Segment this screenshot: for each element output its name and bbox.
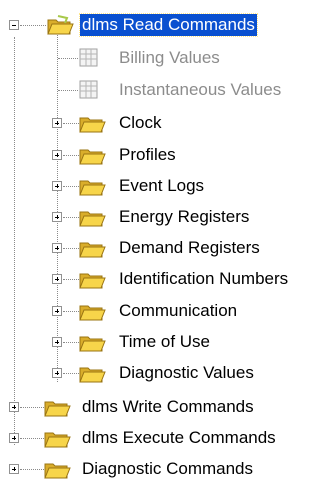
tree-connector bbox=[63, 311, 79, 312]
tree-connector bbox=[14, 37, 15, 445]
tree-view: dlms Read Commands Billing Values Instan… bbox=[0, 0, 332, 486]
tree-connector bbox=[63, 373, 79, 374]
expand-toggle-icon[interactable] bbox=[52, 212, 62, 222]
expand-toggle-icon[interactable] bbox=[52, 306, 62, 316]
expand-toggle-icon[interactable] bbox=[52, 337, 62, 347]
tree-item-label[interactable]: dlms Write Commands bbox=[80, 396, 256, 418]
expand-toggle-icon[interactable] bbox=[52, 150, 62, 160]
expand-toggle-icon[interactable] bbox=[52, 274, 62, 284]
folder-icon bbox=[79, 180, 106, 196]
tree-connector bbox=[63, 123, 79, 124]
folder-icon bbox=[79, 336, 106, 352]
tree-item-label[interactable]: Identification Numbers bbox=[117, 268, 290, 290]
folder-icon bbox=[44, 401, 71, 417]
tree-connector bbox=[63, 217, 79, 218]
tree-item-label[interactable]: Billing Values bbox=[117, 47, 222, 69]
tree-item-label[interactable]: Communication bbox=[117, 300, 239, 322]
folder-icon bbox=[79, 305, 106, 321]
tree-item-label[interactable]: Energy Registers bbox=[117, 206, 251, 228]
folder-icon bbox=[79, 211, 106, 227]
folder-icon bbox=[44, 432, 71, 448]
tree-connector bbox=[58, 58, 78, 59]
folder-icon bbox=[79, 242, 106, 258]
tree-item-label[interactable]: Event Logs bbox=[117, 175, 206, 197]
tree-connector bbox=[57, 32, 58, 382]
tree-item-label[interactable]: Time of Use bbox=[117, 331, 212, 353]
folder-icon bbox=[44, 463, 71, 479]
tree-item-label[interactable]: Demand Registers bbox=[117, 237, 262, 259]
tree-connector bbox=[63, 186, 79, 187]
tree-item-label[interactable]: Diagnostic Commands bbox=[80, 458, 255, 480]
tree-item-label[interactable]: Profiles bbox=[117, 144, 178, 166]
tree-connector bbox=[20, 25, 46, 26]
expand-toggle-icon[interactable] bbox=[9, 464, 19, 474]
table-icon bbox=[79, 80, 98, 99]
tree-connector bbox=[63, 279, 79, 280]
folder-icon bbox=[79, 149, 106, 165]
tree-item-label[interactable]: Clock bbox=[117, 112, 164, 134]
expand-toggle-icon[interactable] bbox=[52, 118, 62, 128]
tree-connector bbox=[58, 90, 78, 91]
collapse-toggle-icon[interactable] bbox=[9, 20, 19, 30]
tree-connector bbox=[63, 155, 79, 156]
table-icon bbox=[79, 48, 98, 67]
tree-connector bbox=[63, 342, 79, 343]
expand-toggle-icon[interactable] bbox=[52, 368, 62, 378]
tree-item-label[interactable]: Diagnostic Values bbox=[117, 362, 256, 384]
tree-connector bbox=[63, 248, 79, 249]
expand-toggle-icon[interactable] bbox=[52, 243, 62, 253]
folder-open-icon bbox=[47, 15, 74, 35]
tree-item-label[interactable]: dlms Read Commands bbox=[79, 13, 258, 37]
expand-toggle-icon[interactable] bbox=[9, 402, 19, 412]
expand-toggle-icon[interactable] bbox=[52, 181, 62, 191]
tree-item-label[interactable]: dlms Execute Commands bbox=[80, 427, 278, 449]
folder-icon bbox=[79, 273, 106, 289]
folder-icon bbox=[79, 117, 106, 133]
expand-toggle-icon[interactable] bbox=[9, 433, 19, 443]
tree-item-label[interactable]: Instantaneous Values bbox=[117, 79, 283, 101]
folder-icon bbox=[79, 367, 106, 383]
